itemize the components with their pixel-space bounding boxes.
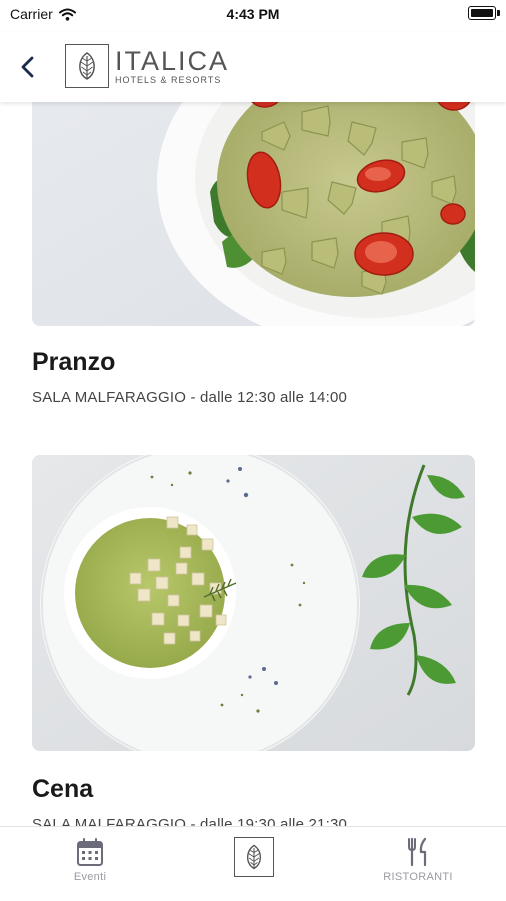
tab-home-logo[interactable]	[232, 833, 276, 877]
pasta-farfalle-pesto-photo	[32, 102, 475, 326]
leaf-logo-icon	[65, 44, 109, 88]
meal-card[interactable]: Cena SALA MALFARAGGIO - dalle 19:30 alle…	[32, 455, 475, 826]
brand-name: ITALICA	[115, 46, 230, 76]
back-button[interactable]	[12, 50, 46, 84]
battery-icon	[468, 6, 496, 20]
brand-subtitle: HOTELS & RESORTS	[115, 75, 222, 85]
tab-label: Eventi	[73, 871, 107, 883]
meal-title: Cena	[32, 775, 94, 803]
tab-eventi[interactable]: Eventi	[68, 837, 112, 883]
fork-knife-icon	[408, 837, 427, 867]
tab-bar: Eventi RISTORANTI	[0, 826, 506, 901]
status-bar: Carrier 4:43 PM	[0, 0, 506, 32]
tab-ristoranti[interactable]: RISTORANTI	[380, 837, 456, 883]
tab-label: RISTORANTI	[383, 871, 453, 883]
meal-title: Pranzo	[32, 348, 116, 376]
clock: 4:43 PM	[226, 6, 280, 22]
chevron-left-icon	[21, 56, 34, 78]
battery-cap	[497, 10, 500, 16]
calendar-icon	[77, 838, 103, 866]
meal-subtitle: SALA MALFARAGGIO - dalle 12:30 alle 14:0…	[32, 389, 348, 406]
italica-leaf-logo-icon	[234, 837, 274, 877]
italica-logo: ITALICA HOTELS & RESORTS	[65, 44, 229, 88]
meal-card[interactable]: Pranzo SALA MALFARAGGIO - dalle 12:30 al…	[32, 102, 475, 406]
app-header: ITALICA HOTELS & RESORTS	[0, 32, 506, 102]
meal-subtitle: SALA MALFARAGGIO - dalle 19:30 alle 21:3…	[32, 816, 348, 826]
meals-list[interactable]: Pranzo SALA MALFARAGGIO - dalle 12:30 al…	[0, 102, 506, 826]
cream-soup-croutons-photo	[32, 455, 475, 751]
